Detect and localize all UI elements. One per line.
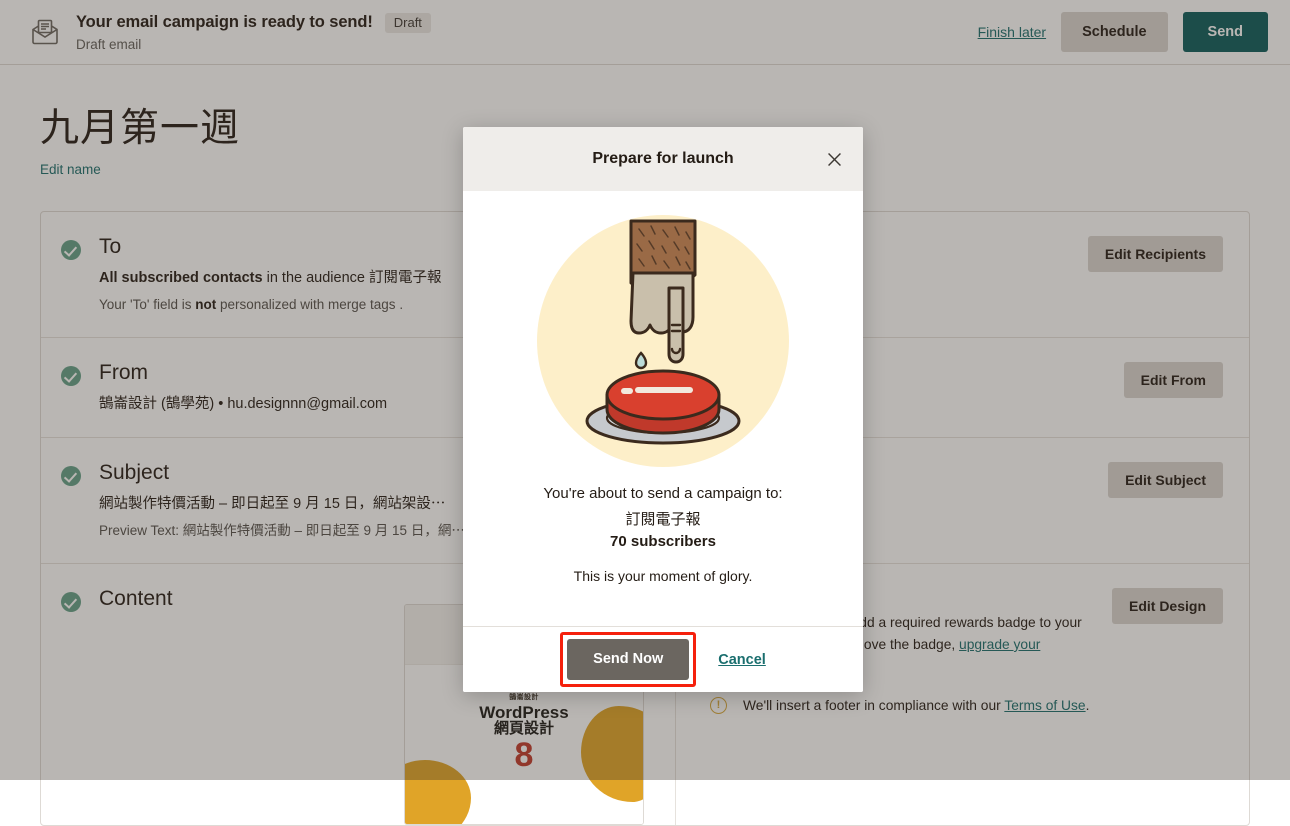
close-icon[interactable] — [821, 146, 847, 172]
cancel-link[interactable]: Cancel — [718, 652, 766, 668]
modal-tagline: This is your moment of glory. — [573, 568, 753, 584]
modal-text-about-to-send: You're about to send a campaign to: — [543, 485, 783, 502]
modal-audience-name: 訂閱電子報 — [625, 511, 701, 528]
modal-header: Prepare for launch — [463, 127, 863, 191]
send-now-highlight-annotation: Send Now — [560, 632, 697, 687]
modal-body: You're about to send a campaign to: 訂閱電子… — [463, 191, 863, 626]
modal-footer: Send Now Cancel — [463, 626, 863, 692]
finger-pressing-red-button-illustration — [537, 215, 789, 467]
prepare-for-launch-modal: Prepare for launch You're about to send … — [463, 127, 863, 692]
send-now-button[interactable]: Send Now — [567, 639, 690, 680]
modal-title: Prepare for launch — [592, 150, 734, 167]
modal-subscriber-count: 70 subscribers — [610, 533, 716, 550]
